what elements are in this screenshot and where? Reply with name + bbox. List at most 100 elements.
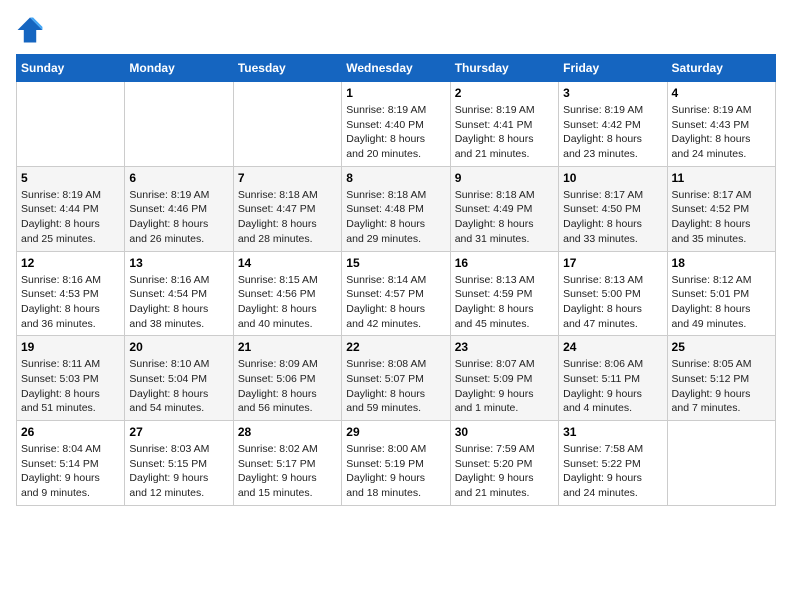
day-info: Sunrise: 8:15 AM Sunset: 4:56 PM Dayligh… xyxy=(238,273,337,332)
calendar-day-cell: 22 Sunrise: 8:08 AM Sunset: 5:07 PM Dayli… xyxy=(342,336,450,421)
day-info: Sunrise: 8:19 AM Sunset: 4:42 PM Dayligh… xyxy=(563,103,662,162)
calendar-week-row: 5 Sunrise: 8:19 AM Sunset: 4:44 PM Daylig… xyxy=(17,166,776,251)
day-info: Sunrise: 8:11 AM Sunset: 5:03 PM Dayligh… xyxy=(21,357,120,416)
day-number: 15 xyxy=(346,256,445,270)
day-info: Sunrise: 8:06 AM Sunset: 5:11 PM Dayligh… xyxy=(563,357,662,416)
day-info: Sunrise: 8:19 AM Sunset: 4:40 PM Dayligh… xyxy=(346,103,445,162)
calendar-week-row: 12 Sunrise: 8:16 AM Sunset: 4:53 PM Dayli… xyxy=(17,251,776,336)
calendar-week-row: 26Sunrise: 8:04 AM Sunset: 5:14 PM Dayli… xyxy=(17,421,776,506)
day-number: 18 xyxy=(672,256,771,270)
calendar-header-row: SundayMondayTuesdayWednesdayThursdayFrid… xyxy=(17,55,776,82)
calendar-day-cell: 19 Sunrise: 8:11 AM Sunset: 5:03 PM Dayli… xyxy=(17,336,125,421)
day-number: 4 xyxy=(672,86,771,100)
calendar-day-cell: 29 Sunrise: 8:00 AM Sunset: 5:19 PM Dayli… xyxy=(342,421,450,506)
day-number: 1 xyxy=(346,86,445,100)
calendar-day-cell: 17 Sunrise: 8:13 AM Sunset: 5:00 PM Dayli… xyxy=(559,251,667,336)
calendar-day-header: Monday xyxy=(125,55,233,82)
calendar-day-header: Saturday xyxy=(667,55,775,82)
day-info: Sunrise: 8:17 AM Sunset: 4:52 PM Dayligh… xyxy=(672,188,771,247)
day-info: Sunrise: 7:58 AM Sunset: 5:22 PM Dayligh… xyxy=(563,442,662,501)
calendar-week-row: 1 Sunrise: 8:19 AM Sunset: 4:40 PM Daylig… xyxy=(17,82,776,167)
day-info: Sunrise: 8:05 AM Sunset: 5:12 PM Dayligh… xyxy=(672,357,771,416)
calendar-day-cell: 12 Sunrise: 8:16 AM Sunset: 4:53 PM Dayli… xyxy=(17,251,125,336)
day-number: 11 xyxy=(672,171,771,185)
calendar-day-cell: 10Sunrise: 8:17 AM Sunset: 4:50 PM Dayli… xyxy=(559,166,667,251)
day-number: 23 xyxy=(455,340,554,354)
calendar-day-cell: 11 Sunrise: 8:17 AM Sunset: 4:52 PM Dayli… xyxy=(667,166,775,251)
day-number: 27 xyxy=(129,425,228,439)
calendar-day-header: Sunday xyxy=(17,55,125,82)
day-info: Sunrise: 8:12 AM Sunset: 5:01 PM Dayligh… xyxy=(672,273,771,332)
day-info: Sunrise: 7:59 AM Sunset: 5:20 PM Dayligh… xyxy=(455,442,554,501)
day-number: 9 xyxy=(455,171,554,185)
day-info: Sunrise: 8:16 AM Sunset: 4:53 PM Dayligh… xyxy=(21,273,120,332)
calendar-day-cell: 3 Sunrise: 8:19 AM Sunset: 4:42 PM Daylig… xyxy=(559,82,667,167)
calendar-day-cell: 13 Sunrise: 8:16 AM Sunset: 4:54 PM Dayli… xyxy=(125,251,233,336)
calendar-day-header: Thursday xyxy=(450,55,558,82)
calendar-day-cell: 6Sunrise: 8:19 AM Sunset: 4:46 PM Daylig… xyxy=(125,166,233,251)
calendar-day-cell: 27 Sunrise: 8:03 AM Sunset: 5:15 PM Dayli… xyxy=(125,421,233,506)
calendar-day-header: Friday xyxy=(559,55,667,82)
day-number: 22 xyxy=(346,340,445,354)
calendar-table: SundayMondayTuesdayWednesdayThursdayFrid… xyxy=(16,54,776,506)
calendar-week-row: 19 Sunrise: 8:11 AM Sunset: 5:03 PM Dayli… xyxy=(17,336,776,421)
calendar-day-cell: 31 Sunrise: 7:58 AM Sunset: 5:22 PM Dayli… xyxy=(559,421,667,506)
day-info: Sunrise: 8:00 AM Sunset: 5:19 PM Dayligh… xyxy=(346,442,445,501)
day-info: Sunrise: 8:09 AM Sunset: 5:06 PM Dayligh… xyxy=(238,357,337,416)
day-info: Sunrise: 8:16 AM Sunset: 4:54 PM Dayligh… xyxy=(129,273,228,332)
day-number: 2 xyxy=(455,86,554,100)
calendar-day-header: Wednesday xyxy=(342,55,450,82)
day-info: Sunrise: 8:19 AM Sunset: 4:44 PM Dayligh… xyxy=(21,188,120,247)
calendar-day-cell: 23 Sunrise: 8:07 AM Sunset: 5:09 PM Dayli… xyxy=(450,336,558,421)
day-info: Sunrise: 8:07 AM Sunset: 5:09 PM Dayligh… xyxy=(455,357,554,416)
day-info: Sunrise: 8:03 AM Sunset: 5:15 PM Dayligh… xyxy=(129,442,228,501)
day-number: 3 xyxy=(563,86,662,100)
day-info: Sunrise: 8:18 AM Sunset: 4:47 PM Dayligh… xyxy=(238,188,337,247)
day-info: Sunrise: 8:19 AM Sunset: 4:46 PM Dayligh… xyxy=(129,188,228,247)
day-number: 8 xyxy=(346,171,445,185)
day-info: Sunrise: 8:18 AM Sunset: 4:49 PM Dayligh… xyxy=(455,188,554,247)
page-header xyxy=(16,16,776,44)
calendar-day-cell: 9 Sunrise: 8:18 AM Sunset: 4:49 PM Daylig… xyxy=(450,166,558,251)
logo xyxy=(16,16,50,44)
day-number: 24 xyxy=(563,340,662,354)
calendar-day-cell: 15 Sunrise: 8:14 AM Sunset: 4:57 PM Dayli… xyxy=(342,251,450,336)
day-number: 20 xyxy=(129,340,228,354)
day-info: Sunrise: 8:13 AM Sunset: 5:00 PM Dayligh… xyxy=(563,273,662,332)
day-number: 12 xyxy=(21,256,120,270)
day-number: 29 xyxy=(346,425,445,439)
calendar-day-cell: 24 Sunrise: 8:06 AM Sunset: 5:11 PM Dayli… xyxy=(559,336,667,421)
calendar-day-cell: 21 Sunrise: 8:09 AM Sunset: 5:06 PM Dayli… xyxy=(233,336,341,421)
calendar-day-cell: 5 Sunrise: 8:19 AM Sunset: 4:44 PM Daylig… xyxy=(17,166,125,251)
day-number: 21 xyxy=(238,340,337,354)
day-number: 17 xyxy=(563,256,662,270)
day-number: 14 xyxy=(238,256,337,270)
day-number: 25 xyxy=(672,340,771,354)
day-number: 16 xyxy=(455,256,554,270)
day-number: 19 xyxy=(21,340,120,354)
day-info: Sunrise: 8:19 AM Sunset: 4:43 PM Dayligh… xyxy=(672,103,771,162)
day-info: Sunrise: 8:10 AM Sunset: 5:04 PM Dayligh… xyxy=(129,357,228,416)
day-number: 5 xyxy=(21,171,120,185)
day-number: 30 xyxy=(455,425,554,439)
calendar-day-cell: 25 Sunrise: 8:05 AM Sunset: 5:12 PM Dayli… xyxy=(667,336,775,421)
calendar-day-cell: 14 Sunrise: 8:15 AM Sunset: 4:56 PM Dayli… xyxy=(233,251,341,336)
calendar-day-header: Tuesday xyxy=(233,55,341,82)
day-number: 13 xyxy=(129,256,228,270)
calendar-day-cell xyxy=(233,82,341,167)
day-info: Sunrise: 8:04 AM Sunset: 5:14 PM Dayligh… xyxy=(21,442,120,501)
day-number: 31 xyxy=(563,425,662,439)
day-info: Sunrise: 8:19 AM Sunset: 4:41 PM Dayligh… xyxy=(455,103,554,162)
day-info: Sunrise: 8:14 AM Sunset: 4:57 PM Dayligh… xyxy=(346,273,445,332)
logo-icon xyxy=(16,16,44,44)
day-info: Sunrise: 8:18 AM Sunset: 4:48 PM Dayligh… xyxy=(346,188,445,247)
day-number: 28 xyxy=(238,425,337,439)
day-info: Sunrise: 8:13 AM Sunset: 4:59 PM Dayligh… xyxy=(455,273,554,332)
day-info: Sunrise: 8:17 AM Sunset: 4:50 PM Dayligh… xyxy=(563,188,662,247)
calendar-day-cell: 28 Sunrise: 8:02 AM Sunset: 5:17 PM Dayli… xyxy=(233,421,341,506)
calendar-day-cell xyxy=(17,82,125,167)
day-info: Sunrise: 8:08 AM Sunset: 5:07 PM Dayligh… xyxy=(346,357,445,416)
day-info: Sunrise: 8:02 AM Sunset: 5:17 PM Dayligh… xyxy=(238,442,337,501)
calendar-day-cell: 7Sunrise: 8:18 AM Sunset: 4:47 PM Daylig… xyxy=(233,166,341,251)
calendar-day-cell: 20 Sunrise: 8:10 AM Sunset: 5:04 PM Dayli… xyxy=(125,336,233,421)
